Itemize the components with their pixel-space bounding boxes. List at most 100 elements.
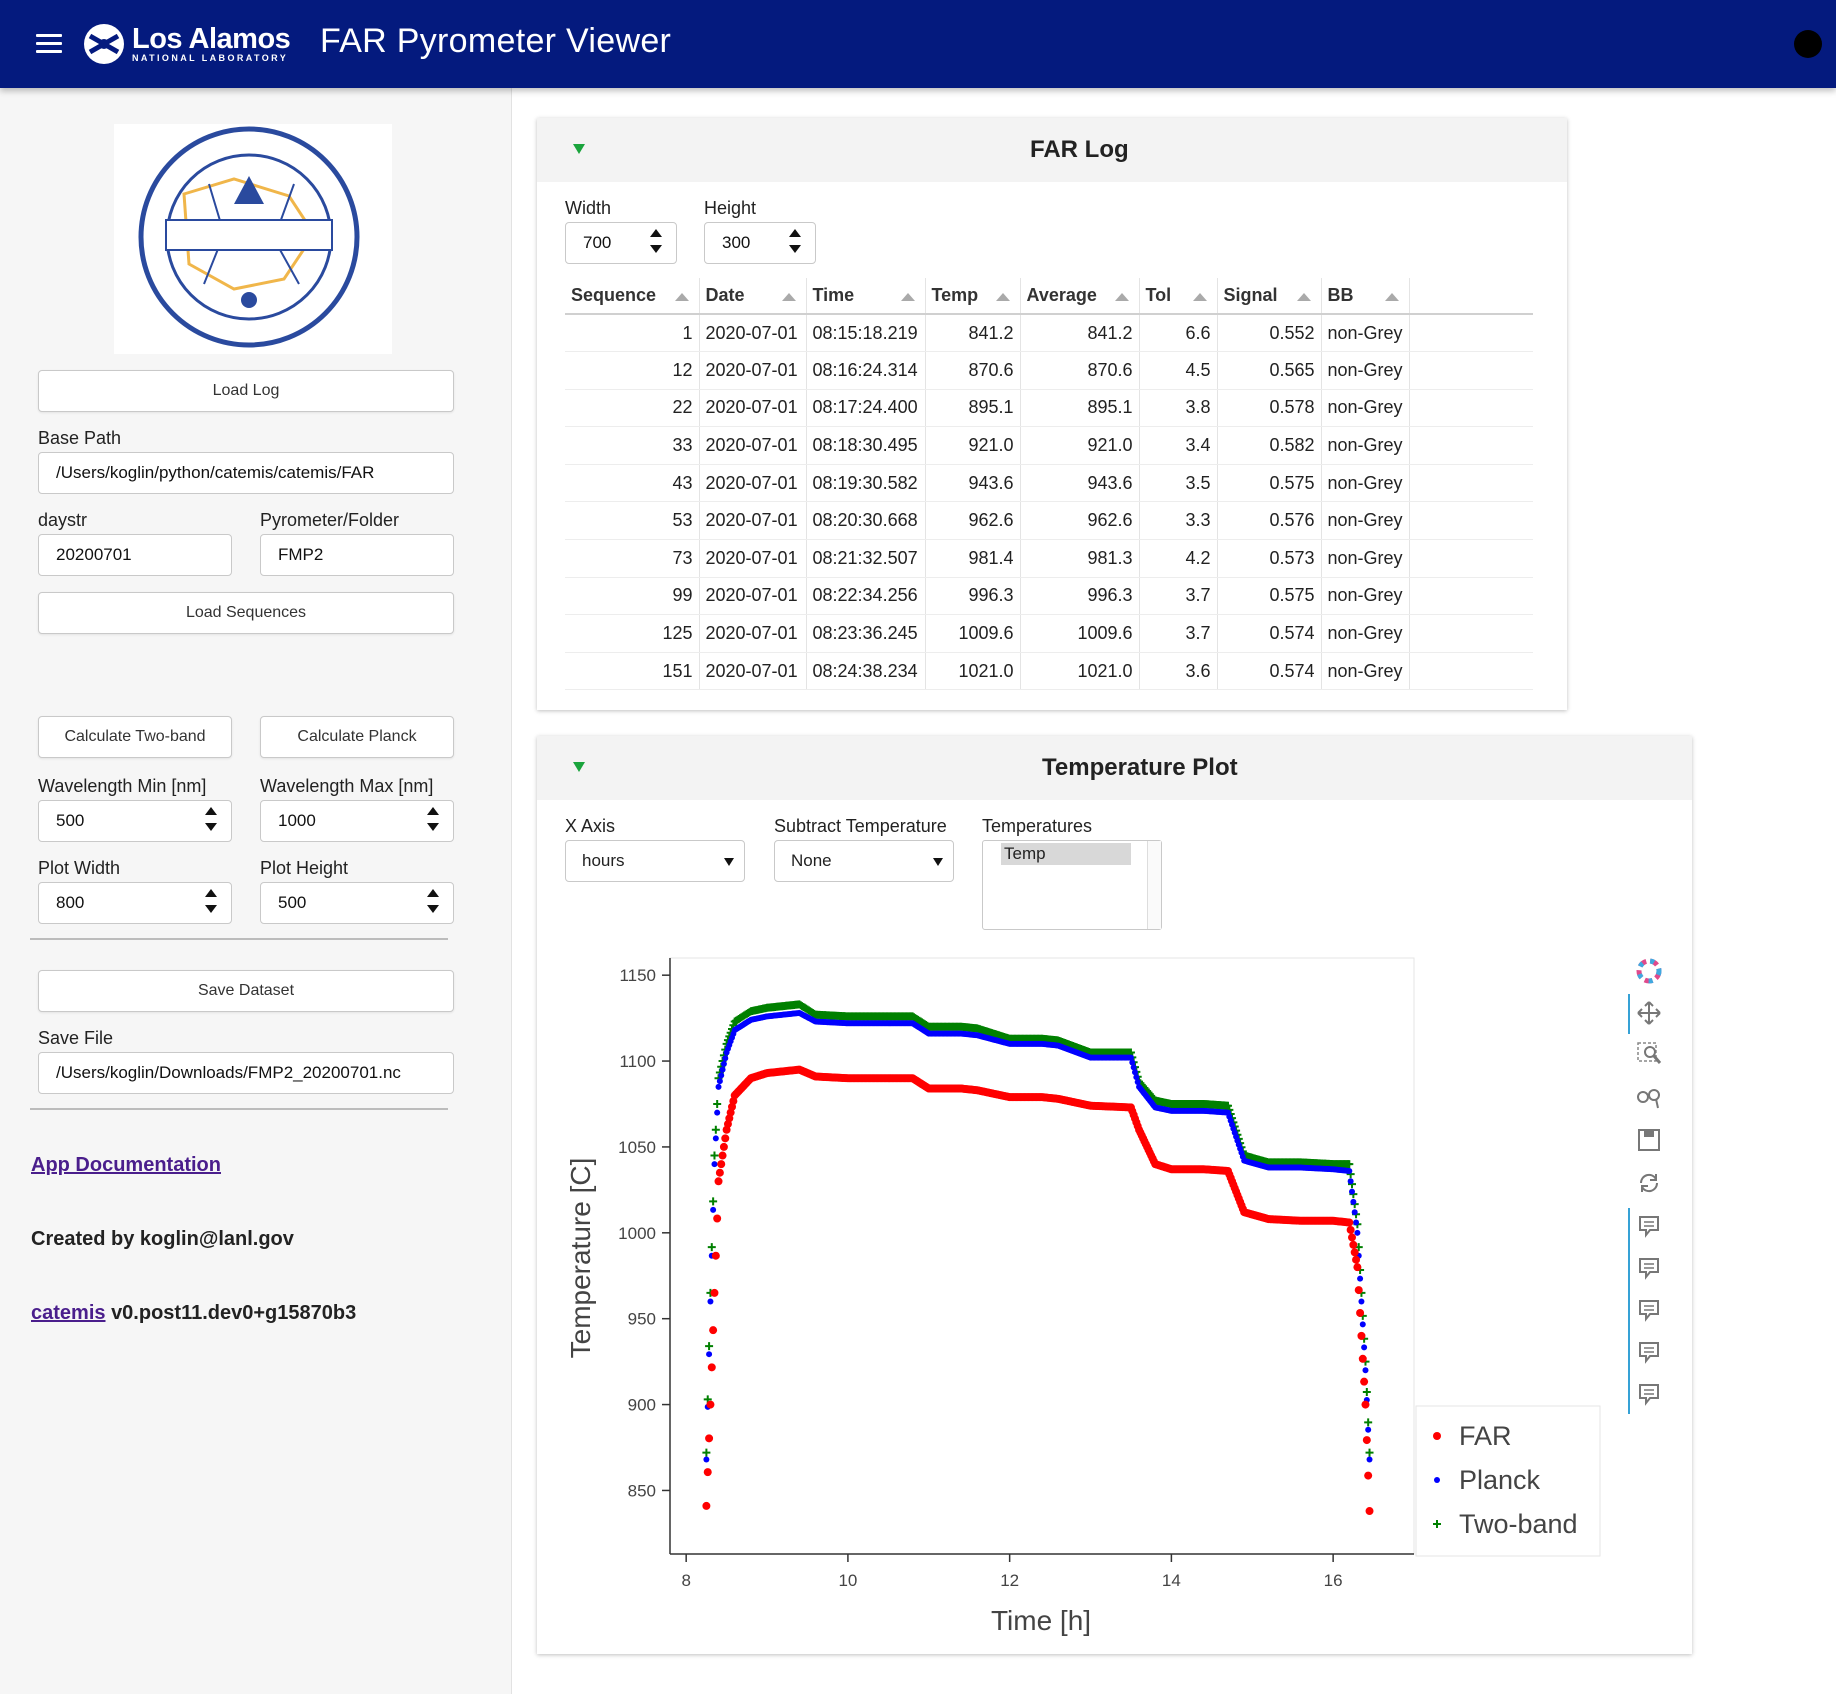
sort-icon: [1384, 293, 1399, 301]
table-cell: 981.3: [1020, 539, 1140, 578]
sort-icon: [1192, 293, 1207, 301]
column-header-signal[interactable]: Signal: [1217, 278, 1322, 315]
busy-indicator: [1794, 30, 1822, 58]
collapse-toggle-icon[interactable]: [573, 144, 585, 154]
temperatures-multiselect[interactable]: Temp: [982, 840, 1162, 930]
temperature-plot-title: Temperature Plot: [1042, 754, 1238, 781]
table-cell: 0.578: [1217, 389, 1322, 428]
x-axis-select[interactable]: hours: [565, 840, 745, 882]
table-width-stepper[interactable]: [650, 229, 664, 259]
wavelength-min-input[interactable]: 500: [38, 800, 232, 842]
j-division-logo: [114, 124, 392, 354]
sort-icon: [995, 293, 1010, 301]
table-cell: 996.3: [925, 577, 1021, 616]
hover-icon[interactable]: [1636, 1381, 1662, 1407]
load-sequences-button[interactable]: Load Sequences: [38, 592, 454, 634]
table-cell: 08:16:24.314: [806, 351, 926, 390]
column-header-average[interactable]: Average: [1020, 278, 1140, 315]
save-dataset-button[interactable]: Save Dataset: [38, 970, 454, 1012]
app-documentation-link[interactable]: App Documentation: [31, 1154, 221, 1177]
table-cell: 2020-07-01: [699, 652, 807, 691]
table-cell: 2020-07-01: [699, 389, 807, 428]
column-header-bb[interactable]: BB: [1321, 278, 1410, 315]
wheel-zoom-icon[interactable]: [1636, 1084, 1662, 1110]
table-row[interactable]: 12 2020-07-01 08:16:24.314 870.6 870.6 4.5 0.5…: [565, 351, 1533, 390]
plot-width-stepper[interactable]: [205, 889, 219, 919]
table-row[interactable]: 99 2020-07-01 08:22:34.256 996.3 996.3 3.7 0.5…: [565, 577, 1533, 616]
table-cell: 841.2: [925, 314, 1021, 353]
wavelength-max-value: 1000: [278, 811, 316, 830]
table-cell-spacer: [1409, 539, 1533, 578]
scrollbar[interactable]: [1147, 841, 1161, 929]
hover-icon[interactable]: [1636, 1255, 1662, 1281]
hover-icon[interactable]: [1636, 1339, 1662, 1365]
temperatures-option-temp[interactable]: Temp: [1001, 843, 1131, 865]
plot-height-input[interactable]: 500: [260, 882, 454, 924]
table-cell: 08:20:30.668: [806, 501, 926, 541]
calculate-planck-button[interactable]: Calculate Planck: [260, 716, 454, 758]
collapse-toggle-icon[interactable]: [573, 762, 585, 772]
table-row[interactable]: 33 2020-07-01 08:18:30.495 921.0 921.0 3.4 0.5…: [565, 426, 1533, 465]
calculate-two-band-button[interactable]: Calculate Two-band: [38, 716, 232, 758]
table-cell: 841.2: [1020, 314, 1140, 353]
reset-icon[interactable]: [1636, 1170, 1662, 1196]
sort-icon: [674, 293, 689, 301]
wavelength-min-label: Wavelength Min [nm]: [38, 776, 207, 796]
table-row[interactable]: 151 2020-07-01 08:24:38.234 1021.0 1021.0 3.6…: [565, 652, 1533, 691]
save-file-input[interactable]: /Users/koglin/Downloads/FMP2_20200701.nc: [38, 1052, 454, 1094]
table-cell: non-Grey: [1321, 314, 1410, 353]
load-log-button[interactable]: Load Log: [38, 370, 454, 412]
table-cell: 22: [565, 389, 700, 428]
table-row[interactable]: 1 2020-07-01 08:15:18.219 841.2 841.2 6.6 0.55…: [565, 314, 1533, 353]
wavelength-max-input[interactable]: 1000: [260, 800, 454, 842]
far-log-title: FAR Log: [1030, 136, 1129, 163]
table-row[interactable]: 43 2020-07-01 08:19:30.582 943.6 943.6 3.5 0.5…: [565, 464, 1533, 503]
column-header-sequence[interactable]: Sequence: [565, 278, 700, 315]
table-height-stepper[interactable]: [789, 229, 803, 259]
wavelength-min-stepper[interactable]: [205, 807, 219, 837]
column-header-temp[interactable]: Temp: [925, 278, 1021, 315]
table-width-input[interactable]: 700: [565, 222, 677, 264]
sort-icon: [1296, 293, 1311, 301]
table-cell: 1: [565, 314, 700, 353]
toolbar-active-rule: [1628, 994, 1630, 1034]
hover-icon[interactable]: [1636, 1213, 1662, 1239]
pyrometer-input[interactable]: FMP2: [260, 534, 454, 576]
subtract-temperature-value: None: [791, 851, 832, 870]
hover-icon[interactable]: [1636, 1297, 1662, 1323]
base-path-input[interactable]: /Users/koglin/python/catemis/catemis/FAR: [38, 452, 454, 494]
column-header-time[interactable]: Time: [806, 278, 926, 315]
subtract-temperature-select[interactable]: None: [774, 840, 954, 882]
daystr-label: daystr: [38, 510, 88, 530]
table-row[interactable]: 125 2020-07-01 08:23:36.245 1009.6 1009.6 3.7…: [565, 614, 1533, 653]
menu-icon[interactable]: [36, 34, 62, 54]
column-header-date[interactable]: Date: [699, 278, 807, 315]
table-cell: 0.575: [1217, 464, 1322, 503]
table-cell: 2020-07-01: [699, 351, 807, 390]
table-cell: 99: [565, 577, 700, 616]
bokeh-logo-icon[interactable]: [1636, 958, 1662, 984]
table-row[interactable]: 53 2020-07-01 08:20:30.668 962.6 962.6 3.3 0.5…: [565, 501, 1533, 541]
save-icon[interactable]: [1636, 1127, 1662, 1153]
dropdown-caret-icon: [724, 858, 734, 866]
table-row[interactable]: 22 2020-07-01 08:17:24.400 895.1 895.1 3.8 0.5…: [565, 389, 1533, 428]
table-cell: 921.0: [1020, 426, 1140, 465]
daystr-input[interactable]: 20200701: [38, 534, 232, 576]
table-cell: 1009.6: [1020, 614, 1140, 653]
table-cell: 4.2: [1139, 539, 1218, 578]
table-cell: non-Grey: [1321, 351, 1410, 390]
catemis-link[interactable]: catemis: [31, 1302, 106, 1324]
table-height-input[interactable]: 300: [704, 222, 816, 264]
wavelength-max-stepper[interactable]: [427, 807, 441, 837]
plot-width-input[interactable]: 800: [38, 882, 232, 924]
table-cell: 0.565: [1217, 351, 1322, 390]
table-cell: 921.0: [925, 426, 1021, 465]
org-subtitle: NATIONAL LABORATORY: [132, 53, 289, 63]
table-cell: 2020-07-01: [699, 614, 807, 653]
wavelength-min-value: 500: [56, 811, 85, 830]
table-row[interactable]: 73 2020-07-01 08:21:32.507 981.4 981.3 4.2 0.5…: [565, 539, 1533, 578]
plot-height-stepper[interactable]: [427, 889, 441, 919]
pan-icon[interactable]: [1636, 1000, 1662, 1026]
box-zoom-icon[interactable]: [1636, 1041, 1662, 1067]
column-header-tol[interactable]: Tol: [1139, 278, 1218, 315]
